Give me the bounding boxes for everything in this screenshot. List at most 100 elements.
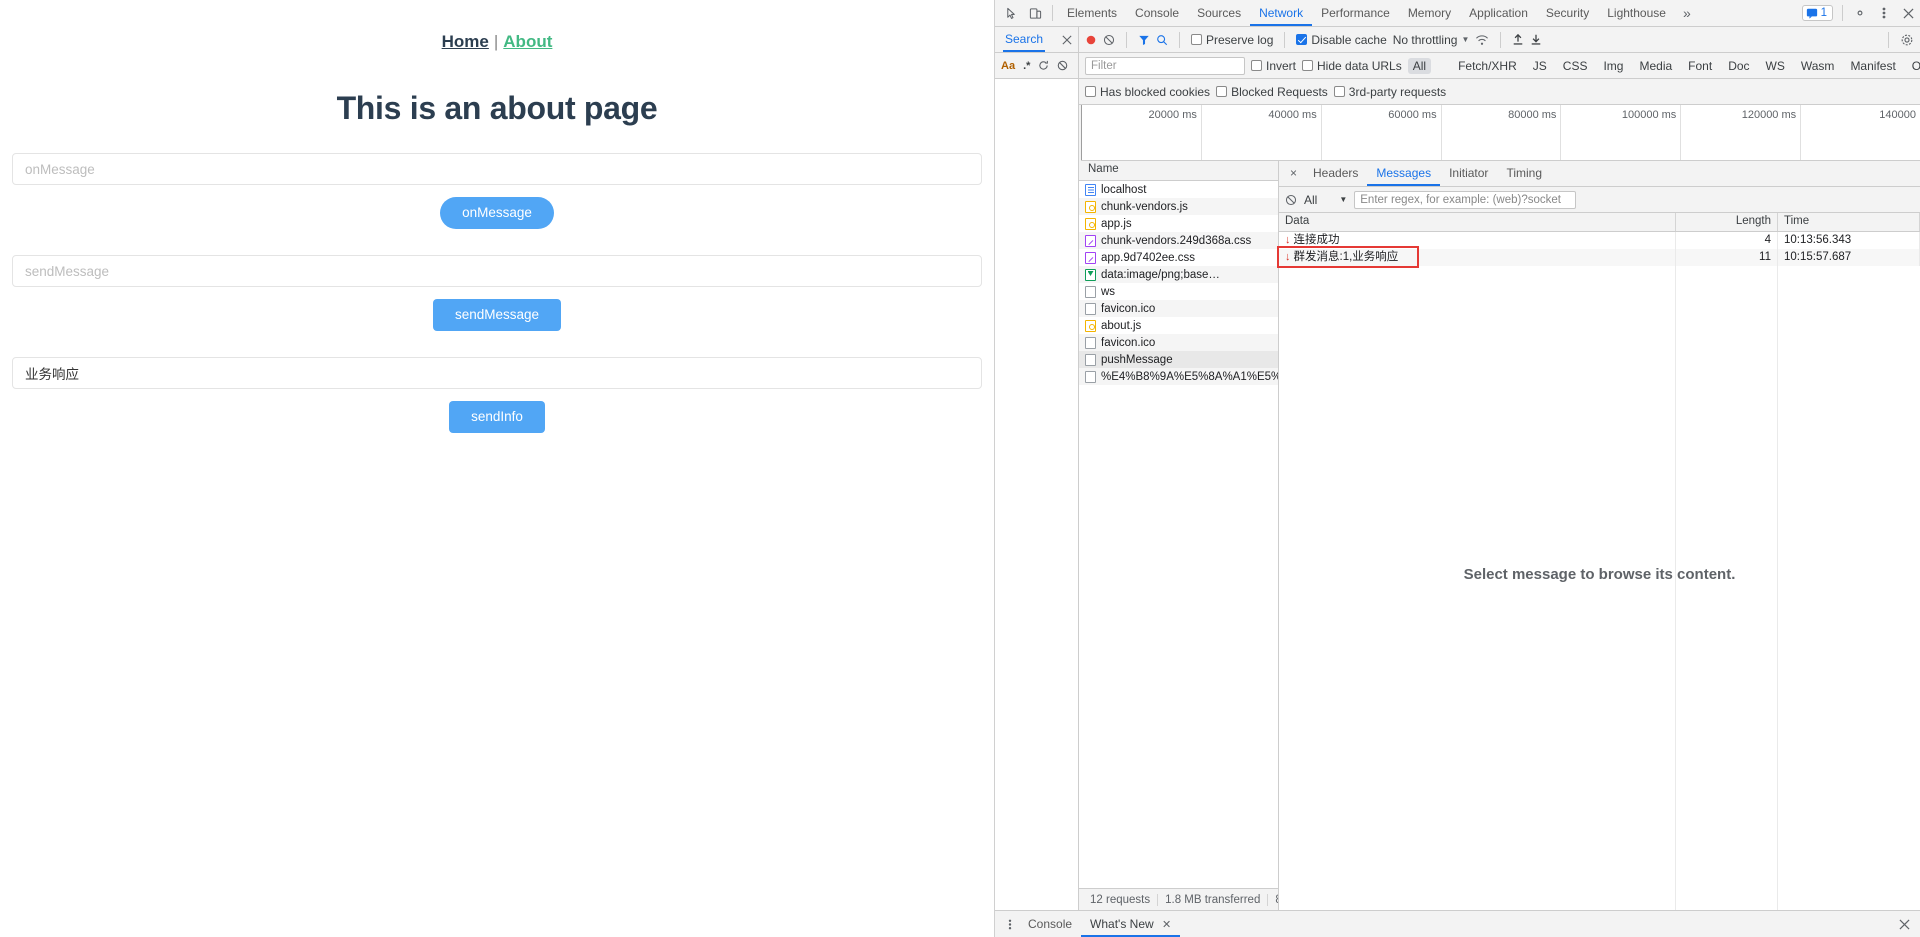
request-row[interactable]: %E4%B8%9A%E5%8A%A1%E5%9… [1079,368,1278,385]
request-row[interactable]: localhost [1079,181,1278,198]
detail-close-icon[interactable]: × [1283,161,1304,186]
onmessage-button[interactable]: onMessage [440,197,554,229]
request-row[interactable]: pushMessage [1079,351,1278,368]
detail-tab-timing[interactable]: Timing [1497,161,1551,186]
tab-network[interactable]: Network [1250,0,1312,26]
filter-input[interactable] [1085,56,1245,75]
column-data[interactable]: Data [1279,213,1676,231]
filter-type-font[interactable]: Font [1683,58,1717,74]
request-row[interactable]: app.9d7402ee.css [1079,249,1278,266]
message-type-select[interactable]: All ▼ [1304,193,1347,207]
onmessage-input[interactable] [12,153,982,185]
filter-type-all[interactable]: All [1407,57,1432,74]
regex-icon[interactable]: .* [1023,60,1030,72]
nav-link-home[interactable]: Home [442,32,489,51]
search-requests-icon[interactable] [1156,34,1168,46]
drawer-tab-whats-new[interactable]: What's New ✕ [1081,911,1180,937]
network-settings-gear-icon[interactable] [1900,33,1914,47]
search-tab[interactable]: Search [1003,27,1045,52]
request-row[interactable]: data:image/png;base… [1079,266,1278,283]
drawer-kebab-menu-icon[interactable] [1001,918,1019,931]
invert-checkbox[interactable]: Invert [1251,59,1296,73]
request-row[interactable]: app.js [1079,215,1278,232]
tab-sources[interactable]: Sources [1188,0,1250,26]
export-har-icon[interactable] [1530,33,1542,46]
request-row[interactable]: about.js [1079,317,1278,334]
filter-type-other[interactable]: Other [1907,58,1920,74]
detail-tab-messages[interactable]: Messages [1367,161,1440,186]
blocked-requests-box[interactable] [1216,86,1228,97]
tab-application[interactable]: Application [1460,0,1537,26]
column-length[interactable]: Length [1676,213,1778,231]
clear-requests-button[interactable] [1103,34,1115,46]
throttling-select[interactable]: No throttling ▼ [1393,33,1470,47]
tab-lighthouse[interactable]: Lighthouse [1598,0,1675,26]
detail-tab-initiator[interactable]: Initiator [1440,161,1497,186]
sendmessage-button[interactable]: sendMessage [432,299,562,331]
third-party-requests-checkbox[interactable]: 3rd-party requests [1333,85,1446,99]
preserve-log-box[interactable] [1191,34,1202,45]
tab-console[interactable]: Console [1126,0,1188,26]
tab-security[interactable]: Security [1537,0,1598,26]
clear-messages-icon[interactable] [1285,194,1297,206]
request-row[interactable]: ws [1079,283,1278,300]
message-regex-input[interactable] [1354,190,1577,209]
drawer-close-icon[interactable] [1889,918,1920,930]
column-time[interactable]: Time [1778,213,1920,231]
gear-icon[interactable] [1848,1,1872,25]
tab-elements[interactable]: Elements [1058,0,1126,26]
console-message-badge[interactable]: 1 [1801,5,1833,21]
request-row[interactable]: chunk-vendors.js [1079,198,1278,215]
tab-memory[interactable]: Memory [1399,0,1460,26]
record-button[interactable] [1085,34,1097,46]
filter-type-manifest[interactable]: Manifest [1845,58,1900,74]
clear-search-icon[interactable] [1057,60,1068,71]
filter-type-wasm[interactable]: Wasm [1796,58,1840,74]
filter-type-media[interactable]: Media [1634,58,1677,74]
message-row[interactable]: ↓ 连接成功 4 10:13:56.343 [1279,232,1920,249]
disable-cache-checkbox[interactable]: Disable cache [1296,33,1387,47]
filter-type-ws[interactable]: WS [1761,58,1790,74]
hide-data-urls-checkbox[interactable]: Hide data URLs [1302,59,1402,73]
invert-box[interactable] [1251,60,1262,71]
sendinfo-button[interactable]: sendInfo [449,401,545,433]
sendmessage-input[interactable] [12,255,982,287]
filter-type-doc[interactable]: Doc [1723,58,1754,74]
request-row[interactable]: chunk-vendors.249d368a.css [1079,232,1278,249]
request-row[interactable]: favicon.ico [1079,334,1278,351]
search-close-icon[interactable] [1062,34,1072,45]
filter-icon[interactable] [1138,34,1150,46]
filter-type-fetch-xhr[interactable]: Fetch/XHR [1453,58,1522,74]
drawer-tab-close-icon[interactable]: ✕ [1162,919,1171,931]
message-row[interactable]: ↓ 群发消息:1,业务响应 11 10:15:57.687 [1279,249,1920,266]
hide-data-urls-box[interactable] [1302,60,1314,71]
device-toolbar-icon[interactable] [1023,1,1047,25]
close-devtools-icon[interactable] [1896,1,1920,25]
disable-cache-box[interactable] [1296,34,1308,45]
nav-link-about[interactable]: About [503,32,552,51]
more-tabs-icon[interactable]: » [1675,5,1699,21]
sendinfo-input[interactable] [12,357,982,389]
devtools-drawer: Console What's New ✕ [995,910,1920,937]
tab-performance[interactable]: Performance [1312,0,1399,26]
kebab-menu-icon[interactable] [1872,1,1896,25]
filter-type-css[interactable]: CSS [1558,58,1593,74]
detail-tab-headers[interactable]: Headers [1304,161,1367,186]
import-har-icon[interactable] [1512,33,1524,46]
inspect-element-icon[interactable] [999,1,1023,25]
has-blocked-cookies-box[interactable] [1085,86,1096,97]
network-conditions-icon[interactable] [1475,34,1489,46]
request-list-header[interactable]: Name [1079,161,1278,181]
request-row[interactable]: favicon.ico [1079,300,1278,317]
blocked-requests-checkbox[interactable]: Blocked Requests [1216,85,1328,99]
match-case-icon[interactable]: Aa [1001,60,1015,72]
third-party-requests-box[interactable] [1333,86,1345,97]
preserve-log-checkbox[interactable]: Preserve log [1191,33,1273,47]
drawer-tab-console[interactable]: Console [1019,911,1081,937]
filter-type-js[interactable]: JS [1528,58,1552,74]
refresh-icon[interactable] [1038,60,1049,71]
filter-type-img[interactable]: Img [1598,58,1628,74]
css-resource-icon [1085,234,1096,247]
has-blocked-cookies-checkbox[interactable]: Has blocked cookies [1085,85,1210,99]
network-timeline-overview[interactable]: 20000 ms 40000 ms 60000 ms 80000 ms 1000… [1081,105,1920,161]
